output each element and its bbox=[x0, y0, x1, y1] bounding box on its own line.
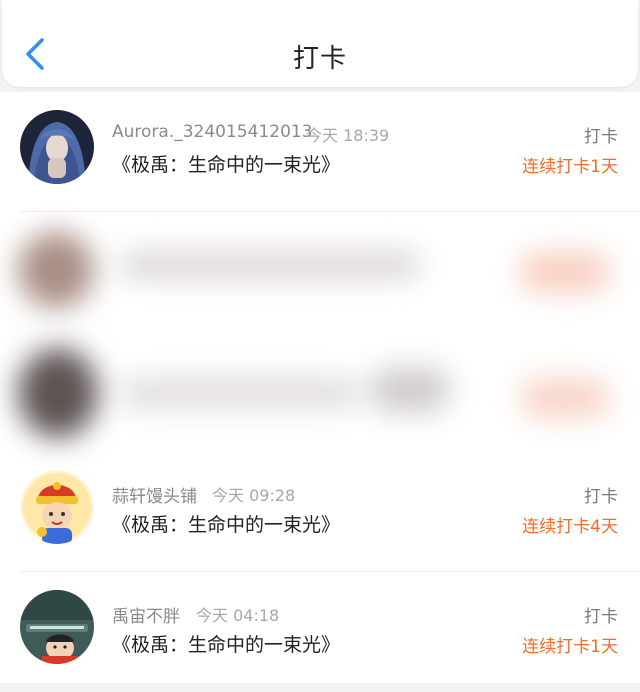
checkin-label: 打卡 bbox=[584, 607, 618, 627]
streak-label: 连续打卡4天 bbox=[522, 517, 618, 537]
top-bar: 打卡 bbox=[2, 0, 638, 87]
book-title[interactable]: 《极禹：生命中的一束光》 bbox=[112, 510, 340, 537]
list-item[interactable]: 蒜轩馒头铺 今天 09:28 《极禹：生命中的一束光》 打卡 连续打卡4天 bbox=[0, 452, 640, 572]
user-name[interactable]: Aurora._324015412013 bbox=[112, 122, 313, 142]
avatar[interactable] bbox=[20, 110, 94, 184]
user-name[interactable]: 禹宙不胖 bbox=[112, 602, 180, 627]
timestamp: 今天 09:28 bbox=[212, 486, 296, 505]
avatar[interactable] bbox=[20, 590, 94, 664]
timestamp: 今天 04:18 bbox=[196, 606, 280, 625]
checkin-label: 打卡 bbox=[584, 127, 618, 147]
user-name[interactable]: 蒜轩馒头铺 bbox=[112, 482, 197, 507]
book-title[interactable]: 《极禹：生命中的一束光》 bbox=[112, 630, 340, 657]
timestamp: 今天 18:39 bbox=[306, 126, 390, 145]
book-title[interactable]: 《极禹：生命中的一束光》 bbox=[112, 150, 340, 177]
page-title: 打卡 bbox=[292, 44, 347, 74]
checkin-label: 打卡 bbox=[584, 487, 618, 507]
redacted-rows bbox=[0, 208, 640, 454]
streak-label: 连续打卡1天 bbox=[522, 157, 618, 177]
list-item[interactable]: Aurora._324015412013 今天 18:39 《极禹：生命中的一束… bbox=[0, 92, 640, 212]
avatar[interactable] bbox=[20, 470, 94, 544]
checkin-list: Aurora._324015412013 今天 18:39 《极禹：生命中的一束… bbox=[0, 92, 640, 683]
streak-label: 连续打卡1天 bbox=[522, 637, 618, 657]
list-item[interactable]: 禹宙不胖 今天 04:18 《极禹：生命中的一束光》 打卡 连续打卡1天 bbox=[0, 572, 640, 692]
